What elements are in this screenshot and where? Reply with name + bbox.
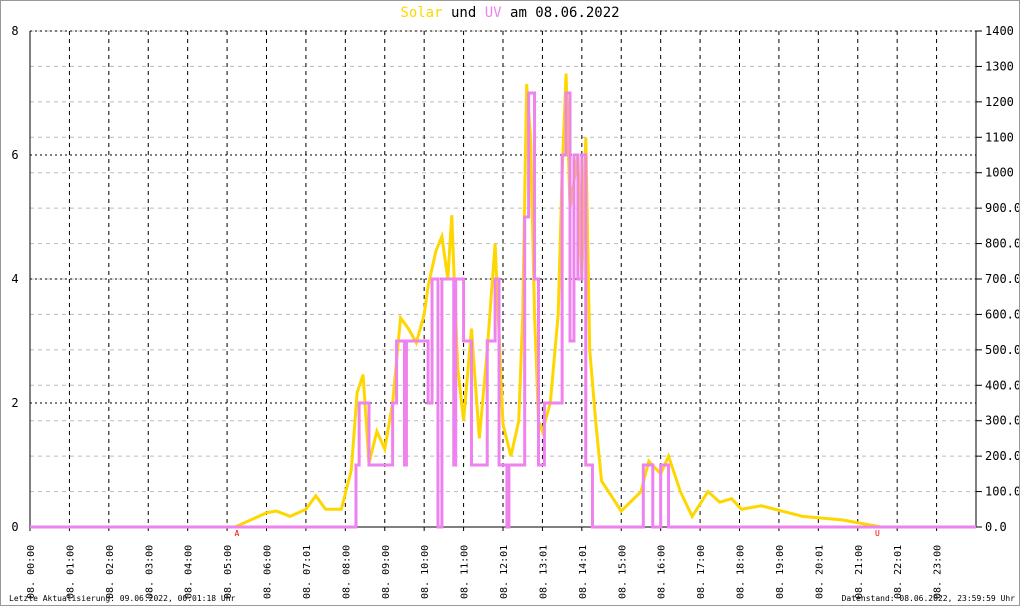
left-axis-label: 6 — [11, 148, 18, 162]
x-axis-label: 08. 05:00 — [223, 545, 234, 599]
x-axis-label: 08. 08:00 — [341, 545, 352, 599]
x-axis-label: 08. 10:00 — [420, 545, 431, 599]
x-axis-label: 08. 16:00 — [657, 545, 668, 599]
chart-window: Solar und UV am 08.06.2022 0.0 100.0 200.0… — [0, 0, 1020, 606]
right-axis-label: 800.0 — [985, 237, 1019, 251]
sunrise-marker: A — [235, 529, 240, 538]
x-axis-label: 08. 19:00 — [775, 545, 786, 599]
right-axis-label: 700.0 — [985, 272, 1019, 286]
data-status: Datenstand: 08.06.2022, 23:59:59 Uhr — [841, 594, 1015, 603]
x-axis-label: 08. 21:00 — [854, 545, 865, 599]
x-axis-label: 08. 04:00 — [184, 545, 195, 599]
right-axis-label: 1100 — [985, 130, 1014, 144]
right-axis-label: 100.0 — [985, 485, 1019, 499]
x-axis-label: 08. 06:00 — [263, 545, 274, 599]
right-axis-label: 400.0 — [985, 378, 1019, 392]
right-axis-label: 900.0 — [985, 201, 1019, 215]
x-axis-label: 08. 23:00 — [933, 545, 944, 599]
x-axis-label: 08. 18:00 — [736, 545, 747, 599]
x-axis-label: 08. 07:01 — [302, 545, 313, 599]
right-axis-label: 1200 — [985, 95, 1014, 109]
sunset-marker: U — [875, 529, 880, 538]
x-axis-label: 08. 14:01 — [578, 545, 589, 599]
x-axis-label: 08. 12:01 — [499, 545, 510, 599]
x-axis-label: 08. 11:00 — [460, 545, 471, 599]
right-axis-label: 600.0 — [985, 307, 1019, 321]
right-axis-label: 1300 — [985, 59, 1014, 73]
x-axis-label: 08. 17:00 — [696, 545, 707, 599]
solar-uv-chart: 0.0100.0200.0300.0400.0500.0600.0700.080… — [11, 24, 1019, 599]
x-axis-label: 08. 09:00 — [381, 545, 392, 599]
x-axis-label: 08. 13:01 — [538, 545, 549, 599]
right-axis-label: 300.0 — [985, 414, 1019, 428]
left-axis-label: 4 — [11, 272, 18, 286]
x-axis-label: 08. 22:01 — [893, 545, 904, 599]
left-axis-label: 8 — [11, 24, 18, 38]
x-axis-label: 08. 00:00 — [26, 545, 37, 599]
right-axis-label: 500.0 — [985, 343, 1019, 357]
x-axis-label: 08. 20:01 — [814, 545, 825, 599]
right-axis-label: 0.0 — [985, 520, 1007, 534]
left-axis-label: 0 — [11, 520, 18, 534]
x-axis-label: 08. 03:00 — [144, 545, 155, 599]
right-axis-label: 1000 — [985, 166, 1014, 180]
right-axis-label: 200.0 — [985, 449, 1019, 463]
uv-series-line — [30, 91, 976, 529]
last-update: Letzte Aktualisierung: 09.06.2022, 00:01… — [9, 594, 236, 603]
x-axis-label: 08. 15:00 — [617, 545, 628, 599]
right-axis-label: 1400 — [985, 24, 1014, 38]
x-axis-label: 08. 02:00 — [105, 545, 116, 599]
x-axis-label: 08. 01:00 — [65, 545, 76, 599]
left-axis-label: 2 — [11, 396, 18, 410]
